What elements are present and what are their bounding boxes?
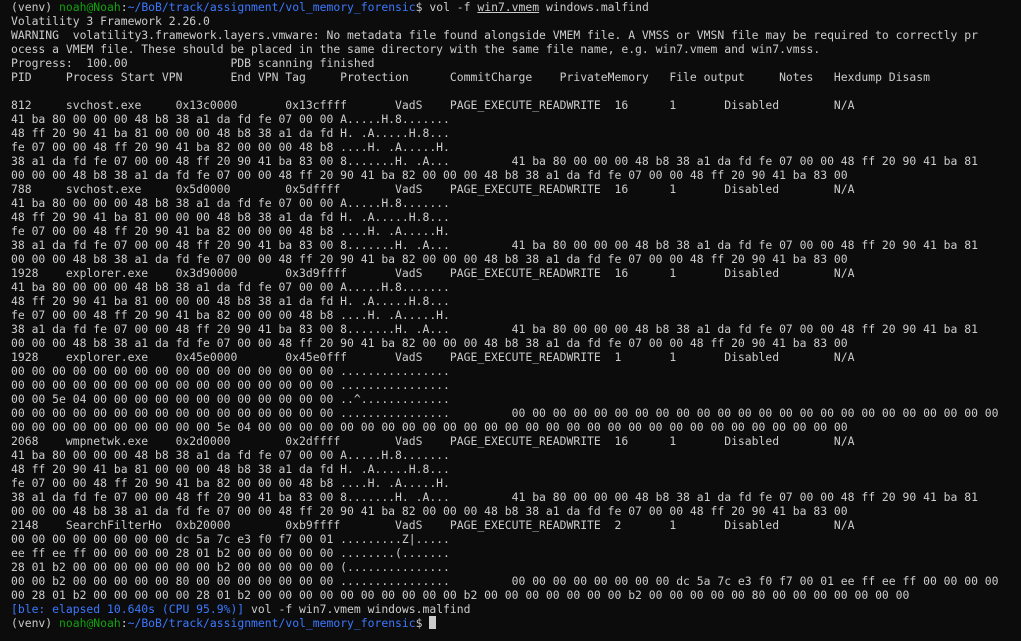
prompt-path: ~/BoB/track/assignment/vol_memory_forens… [127, 0, 416, 14]
active-prompt-line[interactable]: (venv) noah@Noah:~/BoB/track/assignment/… [11, 616, 1021, 630]
output-line: 00 00 00 00 00 00 00 00 00 00 00 00 00 0… [11, 406, 999, 420]
prompt-separator: : [120, 616, 128, 630]
output-line: 38 a1 da fd fe 07 00 00 48 ff 20 90 41 b… [11, 154, 978, 168]
output-line: 2148 SearchFilterHo 0xb20000 0xb9ffff Va… [11, 518, 855, 532]
venv-label: (venv) [11, 616, 60, 630]
command-suffix: windows.malfind [539, 0, 649, 14]
ble-elapsed-status: [ble: elapsed 10.640s (CPU 95.9%)] [11, 602, 245, 616]
output-line: 41 ba 80 00 00 00 48 b8 38 a1 da fd fe 0… [11, 112, 450, 126]
command-file-arg[interactable]: win7.vmem [477, 0, 539, 14]
output-line: 41 ba 80 00 00 00 48 b8 38 a1 da fd fe 0… [11, 448, 450, 462]
output-line: ee ff ee ff 00 00 00 00 28 01 b2 00 00 0… [11, 546, 450, 560]
prompt-dollar: $ [415, 0, 430, 14]
output-line: 00 00 00 48 b8 38 a1 da fd fe 07 00 00 4… [11, 504, 848, 518]
output-line: 00 00 b2 00 00 00 00 00 80 00 00 00 00 0… [11, 574, 999, 588]
output-line: 48 ff 20 90 41 ba 81 00 00 00 48 b8 38 a… [11, 294, 450, 308]
command-line: (venv) noah@Noah:~/BoB/track/assignment/… [11, 0, 1021, 14]
output-line: 38 a1 da fd fe 07 00 00 48 ff 20 90 41 b… [11, 490, 978, 504]
output-line: 41 ba 80 00 00 00 48 b8 38 a1 da fd fe 0… [11, 280, 450, 294]
prompt-user-host: noah@Noah [59, 616, 121, 630]
command-output: Volatility 3 Framework 2.26.0 WARNING vol… [11, 14, 1021, 602]
output-line: 28 01 b2 00 00 00 00 00 00 00 b2 00 00 0… [11, 560, 450, 574]
output-line: Volatility 3 Framework 2.26.0 [11, 14, 210, 28]
output-line: 00 00 00 48 b8 38 a1 da fd fe 07 00 00 4… [11, 252, 848, 266]
prompt-dollar: $ [415, 616, 430, 630]
output-line: 1928 explorer.exe 0x3d90000 0x3d9ffff Va… [11, 266, 855, 280]
command-prefix: vol -f [429, 0, 478, 14]
output-line: 812 svchost.exe 0x13c0000 0x13cffff VadS… [11, 98, 855, 112]
terminal-window[interactable]: (venv) noah@Noah:~/BoB/track/assignment/… [0, 0, 1021, 641]
output-line: 00 00 00 00 00 00 00 00 dc 5a 7c e3 f0 f… [11, 532, 450, 546]
output-line: fe 07 00 00 48 ff 20 90 41 ba 82 00 00 0… [11, 224, 450, 238]
ble-command: vol -f win7.vmem windows.malfind [244, 602, 471, 616]
prompt-user-host: noah@Noah [59, 0, 121, 14]
prompt-separator: : [120, 0, 128, 14]
output-line: 48 ff 20 90 41 ba 81 00 00 00 48 b8 38 a… [11, 126, 450, 140]
output-line: WARNING volatility3.framework.layers.vmw… [11, 28, 978, 42]
output-line: 48 ff 20 90 41 ba 81 00 00 00 48 b8 38 a… [11, 462, 450, 476]
output-line: 41 ba 80 00 00 00 48 b8 38 a1 da fd fe 0… [11, 196, 450, 210]
output-line: PID Process Start VPN End VPN Tag Protec… [11, 70, 930, 84]
output-line: fe 07 00 00 48 ff 20 90 41 ba 82 00 00 0… [11, 140, 450, 154]
output-line: 38 a1 da fd fe 07 00 00 48 ff 20 90 41 b… [11, 322, 978, 336]
output-line: fe 07 00 00 48 ff 20 90 41 ba 82 00 00 0… [11, 308, 450, 322]
output-line: 00 00 00 00 00 00 00 00 00 00 00 00 00 0… [11, 378, 450, 392]
output-line: 00 00 00 48 b8 38 a1 da fd fe 07 00 00 4… [11, 336, 848, 350]
output-line: Progress: 100.00 PDB scanning finished [11, 56, 375, 70]
venv-label: (venv) [11, 0, 60, 14]
prompt-path: ~/BoB/track/assignment/vol_memory_forens… [127, 616, 416, 630]
output-line: 00 00 00 00 00 00 00 00 00 00 00 00 00 0… [11, 364, 450, 378]
output-line: 00 00 00 48 b8 38 a1 da fd fe 07 00 00 4… [11, 168, 848, 182]
text-cursor [429, 616, 437, 629]
output-line: 1928 explorer.exe 0x45e0000 0x45e0fff Va… [11, 350, 855, 364]
output-line: 2068 wmpnetwk.exe 0x2d0000 0x2dffff VadS… [11, 434, 855, 448]
output-line: 00 00 5e 04 00 00 00 00 00 00 00 00 00 0… [11, 392, 450, 406]
output-line: ocess a VMEM file. These should be place… [11, 42, 821, 56]
output-line: fe 07 00 00 48 ff 20 90 41 ba 82 00 00 0… [11, 476, 450, 490]
output-line: 38 a1 da fd fe 07 00 00 48 ff 20 90 41 b… [11, 238, 978, 252]
ble-status-line: [ble: elapsed 10.640s (CPU 95.9%)] vol -… [11, 602, 1021, 616]
output-line: 788 svchost.exe 0x5d0000 0x5dffff VadS P… [11, 182, 855, 196]
output-line: 00 00 00 00 00 00 00 00 00 00 5e 04 00 0… [11, 420, 848, 434]
output-line: 48 ff 20 90 41 ba 81 00 00 00 48 b8 38 a… [11, 210, 450, 224]
output-line: 00 28 01 b2 00 00 00 00 00 28 01 b2 00 0… [11, 588, 910, 602]
